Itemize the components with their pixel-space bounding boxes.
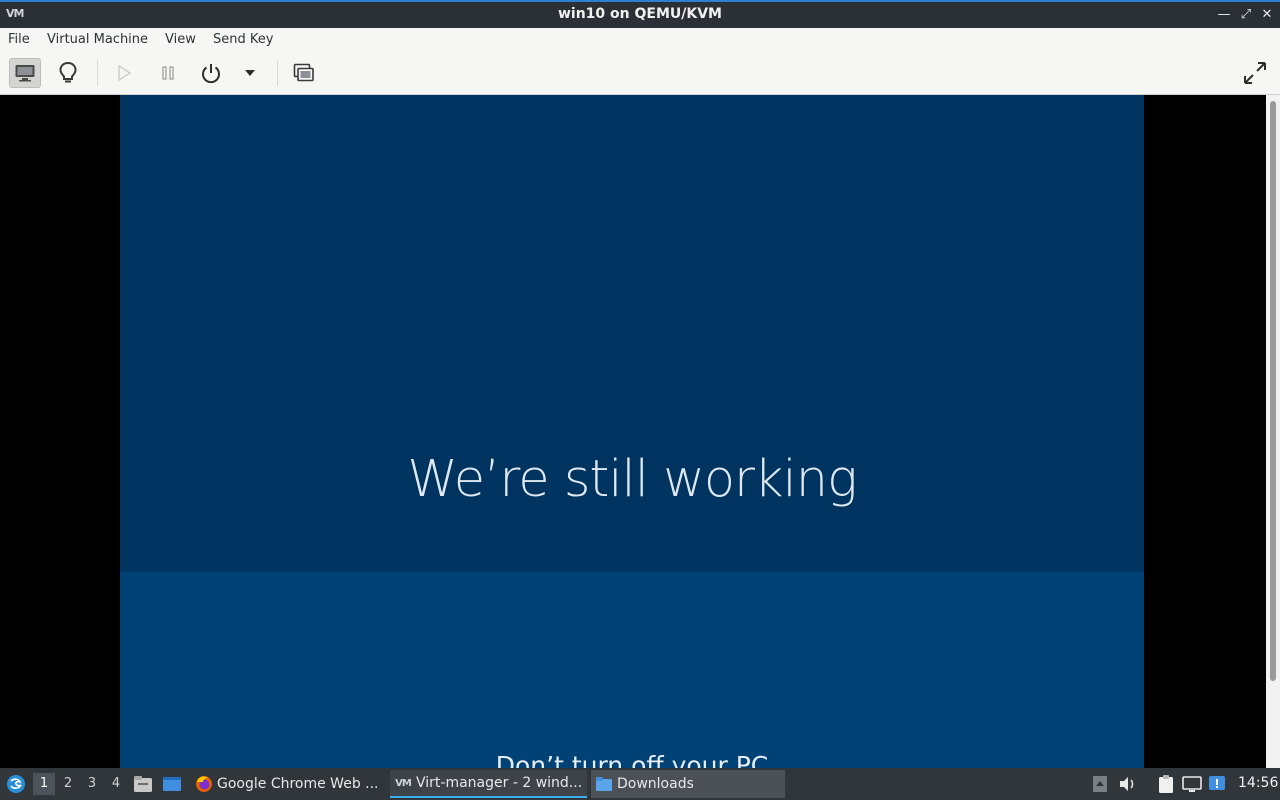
scrollbar-thumb[interactable] bbox=[1270, 101, 1276, 681]
run-button[interactable] bbox=[108, 58, 140, 88]
shutdown-button[interactable] bbox=[195, 58, 227, 88]
snapshot-button[interactable] bbox=[288, 58, 320, 88]
guest-subtitle: Don’t turn off your PC bbox=[495, 751, 769, 768]
notification-button[interactable] bbox=[1207, 774, 1227, 794]
network-button[interactable] bbox=[1182, 774, 1202, 794]
menu-bar: File Virtual Machine View Send Key bbox=[0, 28, 1280, 52]
start-menu-button[interactable] bbox=[5, 773, 27, 795]
clock[interactable]: 14:56 bbox=[1238, 775, 1278, 791]
window-title: win10 on QEMU/KVM bbox=[557, 6, 722, 22]
shutdown-menu-button[interactable] bbox=[234, 58, 266, 88]
snapshot-icon bbox=[293, 63, 314, 82]
menu-virtual-machine[interactable]: Virtual Machine bbox=[47, 32, 148, 47]
vertical-scrollbar[interactable] bbox=[1266, 95, 1280, 768]
network-icon bbox=[1182, 776, 1202, 792]
task-label: Google Chrome Web ... bbox=[217, 776, 379, 792]
volume-button[interactable] bbox=[1118, 774, 1138, 794]
menu-view[interactable]: View bbox=[165, 32, 196, 47]
task-label: Virt-manager - 2 wind... bbox=[416, 775, 583, 791]
run-icon bbox=[118, 65, 131, 81]
guest-lower-band bbox=[120, 572, 1144, 768]
close-button[interactable]: ✕ bbox=[1257, 5, 1277, 25]
workspace-1[interactable]: 1 bbox=[33, 773, 55, 795]
restore-button[interactable]: ⤢ bbox=[1236, 5, 1256, 25]
toolbar bbox=[0, 52, 1280, 95]
tray-arrow-icon bbox=[1093, 776, 1107, 792]
window-titlebar[interactable]: VM win10 on QEMU/KVM — ⤢ ✕ bbox=[0, 0, 1280, 28]
update-notification-icon bbox=[1209, 776, 1225, 790]
clipboard-button[interactable] bbox=[1156, 774, 1176, 794]
task-chrome-web-store[interactable]: Google Chrome Web ... bbox=[191, 770, 381, 798]
show-desktop-icon bbox=[163, 777, 181, 791]
task-virt-manager[interactable]: VM Virt-manager - 2 wind... bbox=[390, 770, 587, 798]
tray-expand-button[interactable] bbox=[1090, 774, 1110, 794]
workspace-4[interactable]: 4 bbox=[105, 773, 127, 795]
taskbar: 1 2 3 4 Google Chrome Web ... VM Virt-ma… bbox=[0, 768, 1280, 800]
task-label: Downloads bbox=[617, 776, 694, 792]
workspace-2[interactable]: 2 bbox=[57, 773, 79, 795]
folder-icon bbox=[595, 775, 613, 793]
desktop-launcher[interactable] bbox=[162, 774, 182, 794]
virt-manager-icon: VM bbox=[395, 777, 412, 789]
task-downloads[interactable]: Downloads bbox=[591, 770, 785, 798]
start-menu-icon bbox=[7, 775, 25, 793]
volume-icon bbox=[1120, 777, 1134, 791]
guest-screen[interactable]: We’re still working Don’t turn off your … bbox=[120, 95, 1144, 768]
guest-status-message: We’re still working bbox=[407, 450, 857, 509]
console-button[interactable] bbox=[9, 58, 41, 88]
file-manager-icon bbox=[134, 776, 152, 792]
menu-send-key[interactable]: Send Key bbox=[213, 32, 273, 47]
lightbulb-icon bbox=[59, 61, 77, 83]
file-manager-launcher[interactable] bbox=[133, 774, 153, 794]
pause-icon bbox=[162, 66, 174, 80]
menu-file[interactable]: File bbox=[8, 32, 30, 47]
minimize-button[interactable]: — bbox=[1214, 5, 1234, 25]
vm-console[interactable]: We’re still working Don’t turn off your … bbox=[0, 95, 1266, 768]
pause-button[interactable] bbox=[152, 58, 184, 88]
details-button[interactable] bbox=[52, 58, 84, 88]
firefox-icon bbox=[195, 775, 213, 793]
clipboard-icon bbox=[1159, 775, 1173, 793]
dropdown-arrow-icon bbox=[245, 70, 255, 76]
workspace-3[interactable]: 3 bbox=[81, 773, 103, 795]
power-icon bbox=[202, 64, 220, 84]
fullscreen-button[interactable] bbox=[1239, 58, 1271, 88]
fullscreen-icon bbox=[1244, 62, 1266, 84]
console-icon bbox=[15, 65, 35, 82]
